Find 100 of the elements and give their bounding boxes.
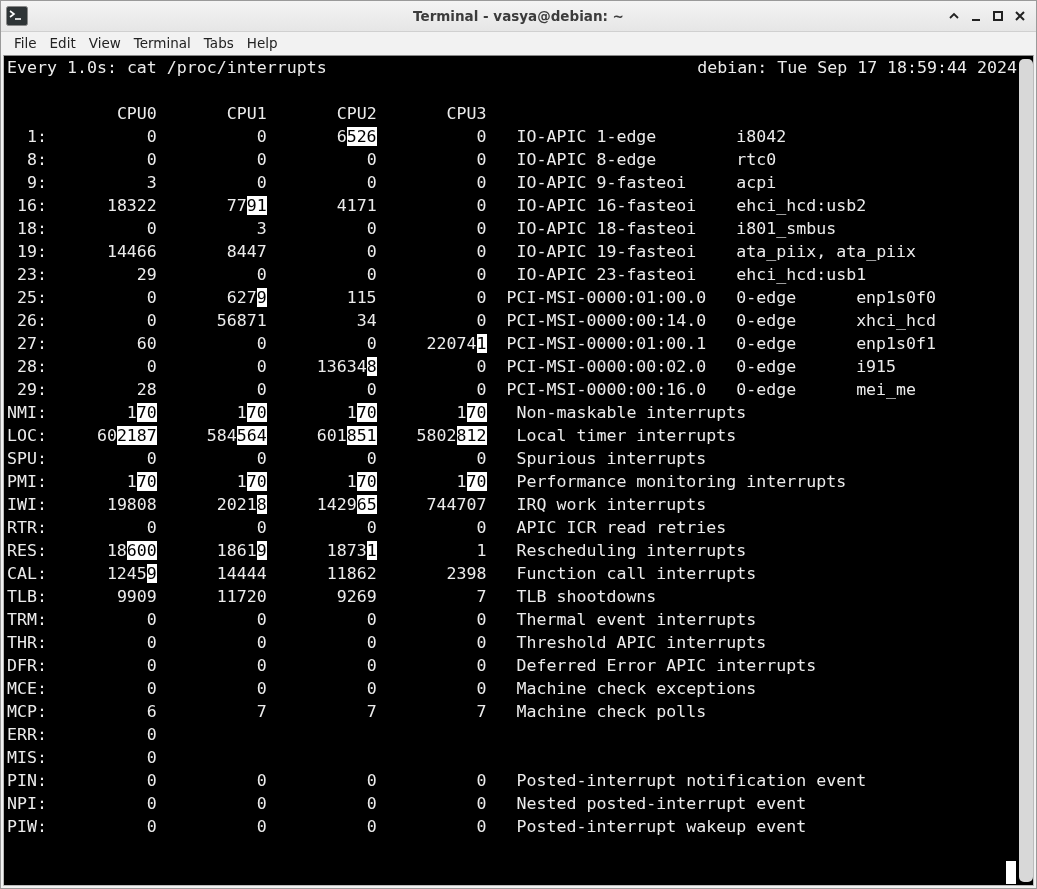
- description-text: Rescheduling interrupts: [516, 541, 747, 560]
- description-text: Non-maskable interrupts: [516, 403, 747, 422]
- menu-item[interactable]: File: [7, 32, 43, 55]
- count-cell: 3: [256, 219, 267, 238]
- description-text: Machine check polls: [516, 702, 707, 721]
- terminal-app-icon: [6, 6, 28, 26]
- irq-label: MCP:: [7, 701, 47, 723]
- menu-item[interactable]: Tabs: [196, 32, 240, 55]
- count-cell: 4171: [336, 196, 377, 215]
- count-cell: 0: [366, 817, 377, 836]
- count-cell: 6526: [336, 127, 377, 146]
- count-cell: 9909: [116, 587, 157, 606]
- count-cell: 56871: [216, 311, 267, 330]
- count-cell: 0: [256, 656, 267, 675]
- count-cell: 7: [256, 702, 267, 721]
- count-cell: 0: [476, 610, 487, 629]
- device-name: i915: [856, 357, 897, 376]
- irq-type: 19-fasteoi: [596, 242, 697, 261]
- count-cell: 0: [366, 265, 377, 284]
- count-cell: 0: [366, 150, 377, 169]
- count-cell: 170: [456, 472, 487, 491]
- chip-name: IO-APIC: [516, 242, 587, 261]
- irq-label: MCE:: [7, 678, 47, 700]
- count-cell: 0: [256, 817, 267, 836]
- irq-type: 16-fasteoi: [596, 196, 697, 215]
- menu-item[interactable]: View: [81, 32, 127, 55]
- count-cell: 0: [366, 610, 377, 629]
- menu-item[interactable]: Edit: [42, 32, 82, 55]
- count-cell: 0: [146, 817, 157, 836]
- count-cell: 0: [476, 173, 487, 192]
- count-cell: 12459: [106, 564, 157, 583]
- irq-type: 18-fasteoi: [596, 219, 697, 238]
- irq-type: 0-edge: [736, 288, 797, 307]
- irq-label: 25:: [16, 287, 47, 309]
- scrollbar-thumb[interactable]: [1019, 59, 1033, 882]
- status-text: debian: Tue Sep 17 18:59:44 2024: [697, 57, 1017, 79]
- irq-label: 26:: [16, 310, 47, 332]
- count-cell: 0: [146, 150, 157, 169]
- irq-label: 28:: [16, 356, 47, 378]
- description-text: Machine check exceptions: [516, 679, 757, 698]
- chip-name: IO-APIC: [516, 150, 587, 169]
- count-cell: 0: [146, 311, 157, 330]
- chip-name: PCI-MSI-0000:01:00.1: [506, 334, 707, 353]
- count-cell: 0: [146, 748, 157, 767]
- device-name: rtc0: [736, 150, 777, 169]
- count-cell: 1: [476, 541, 487, 560]
- description-text: Nested posted-interrupt event: [516, 794, 807, 813]
- count-cell: 9269: [336, 587, 377, 606]
- device-name: i8042: [736, 127, 787, 146]
- chip-name: PCI-MSI-0000:00:14.0: [506, 311, 707, 330]
- count-cell: 0: [476, 127, 487, 146]
- count-cell: 0: [366, 242, 377, 261]
- irq-label: SPU:: [7, 448, 47, 470]
- menu-item[interactable]: Help: [239, 32, 284, 55]
- count-cell: 136348: [316, 357, 377, 376]
- column-header: CPU1: [225, 103, 267, 125]
- count-cell: 6: [146, 702, 157, 721]
- count-cell: 0: [476, 771, 487, 790]
- chip-name: IO-APIC: [516, 127, 587, 146]
- count-cell: 0: [476, 265, 487, 284]
- count-cell: 0: [146, 633, 157, 652]
- count-cell: 115: [346, 288, 377, 307]
- count-cell: 0: [146, 794, 157, 813]
- device-name: enp1s0f0: [856, 288, 937, 307]
- count-cell: 0: [366, 449, 377, 468]
- count-cell: 0: [146, 357, 157, 376]
- count-cell: 0: [476, 656, 487, 675]
- description-text: Spurious interrupts: [516, 449, 707, 468]
- description-text: Deferred Error APIC interrupts: [516, 656, 817, 675]
- device-name: ata_piix, ata_piix: [736, 242, 917, 261]
- count-cell: 6279: [226, 288, 267, 307]
- chip-name: PCI-MSI-0000:01:00.0: [506, 288, 707, 307]
- menu-item[interactable]: Terminal: [126, 32, 197, 55]
- chip-name: PCI-MSI-0000:00:02.0: [506, 357, 707, 376]
- count-cell: 7791: [226, 196, 267, 215]
- count-cell: 0: [256, 173, 267, 192]
- column-header: CPU2: [335, 103, 377, 125]
- count-cell: 0: [256, 771, 267, 790]
- irq-label: 9:: [25, 172, 47, 194]
- count-cell: 0: [146, 656, 157, 675]
- count-cell: 18731: [326, 541, 377, 560]
- device-name: xhci_hcd: [856, 311, 937, 330]
- device-name: i801_smbus: [736, 219, 837, 238]
- irq-label: 23:: [16, 264, 47, 286]
- count-cell: 0: [476, 288, 487, 307]
- count-cell: 0: [476, 357, 487, 376]
- device-name: ehci_hcd:usb1: [736, 265, 867, 284]
- irq-type: 0-edge: [736, 357, 797, 376]
- description-text: Posted-interrupt notification event: [516, 771, 867, 790]
- count-cell: 7: [476, 587, 487, 606]
- count-cell: 34: [356, 311, 377, 330]
- count-cell: 0: [146, 679, 157, 698]
- chip-name: IO-APIC: [516, 173, 587, 192]
- irq-label: PMI:: [7, 471, 47, 493]
- irq-label: TLB:: [7, 586, 47, 608]
- description-text: Local timer interrupts: [516, 426, 737, 445]
- chevron-up-icon: [949, 12, 959, 20]
- count-cell: 0: [146, 771, 157, 790]
- count-cell: 0: [366, 794, 377, 813]
- count-cell: 0: [366, 656, 377, 675]
